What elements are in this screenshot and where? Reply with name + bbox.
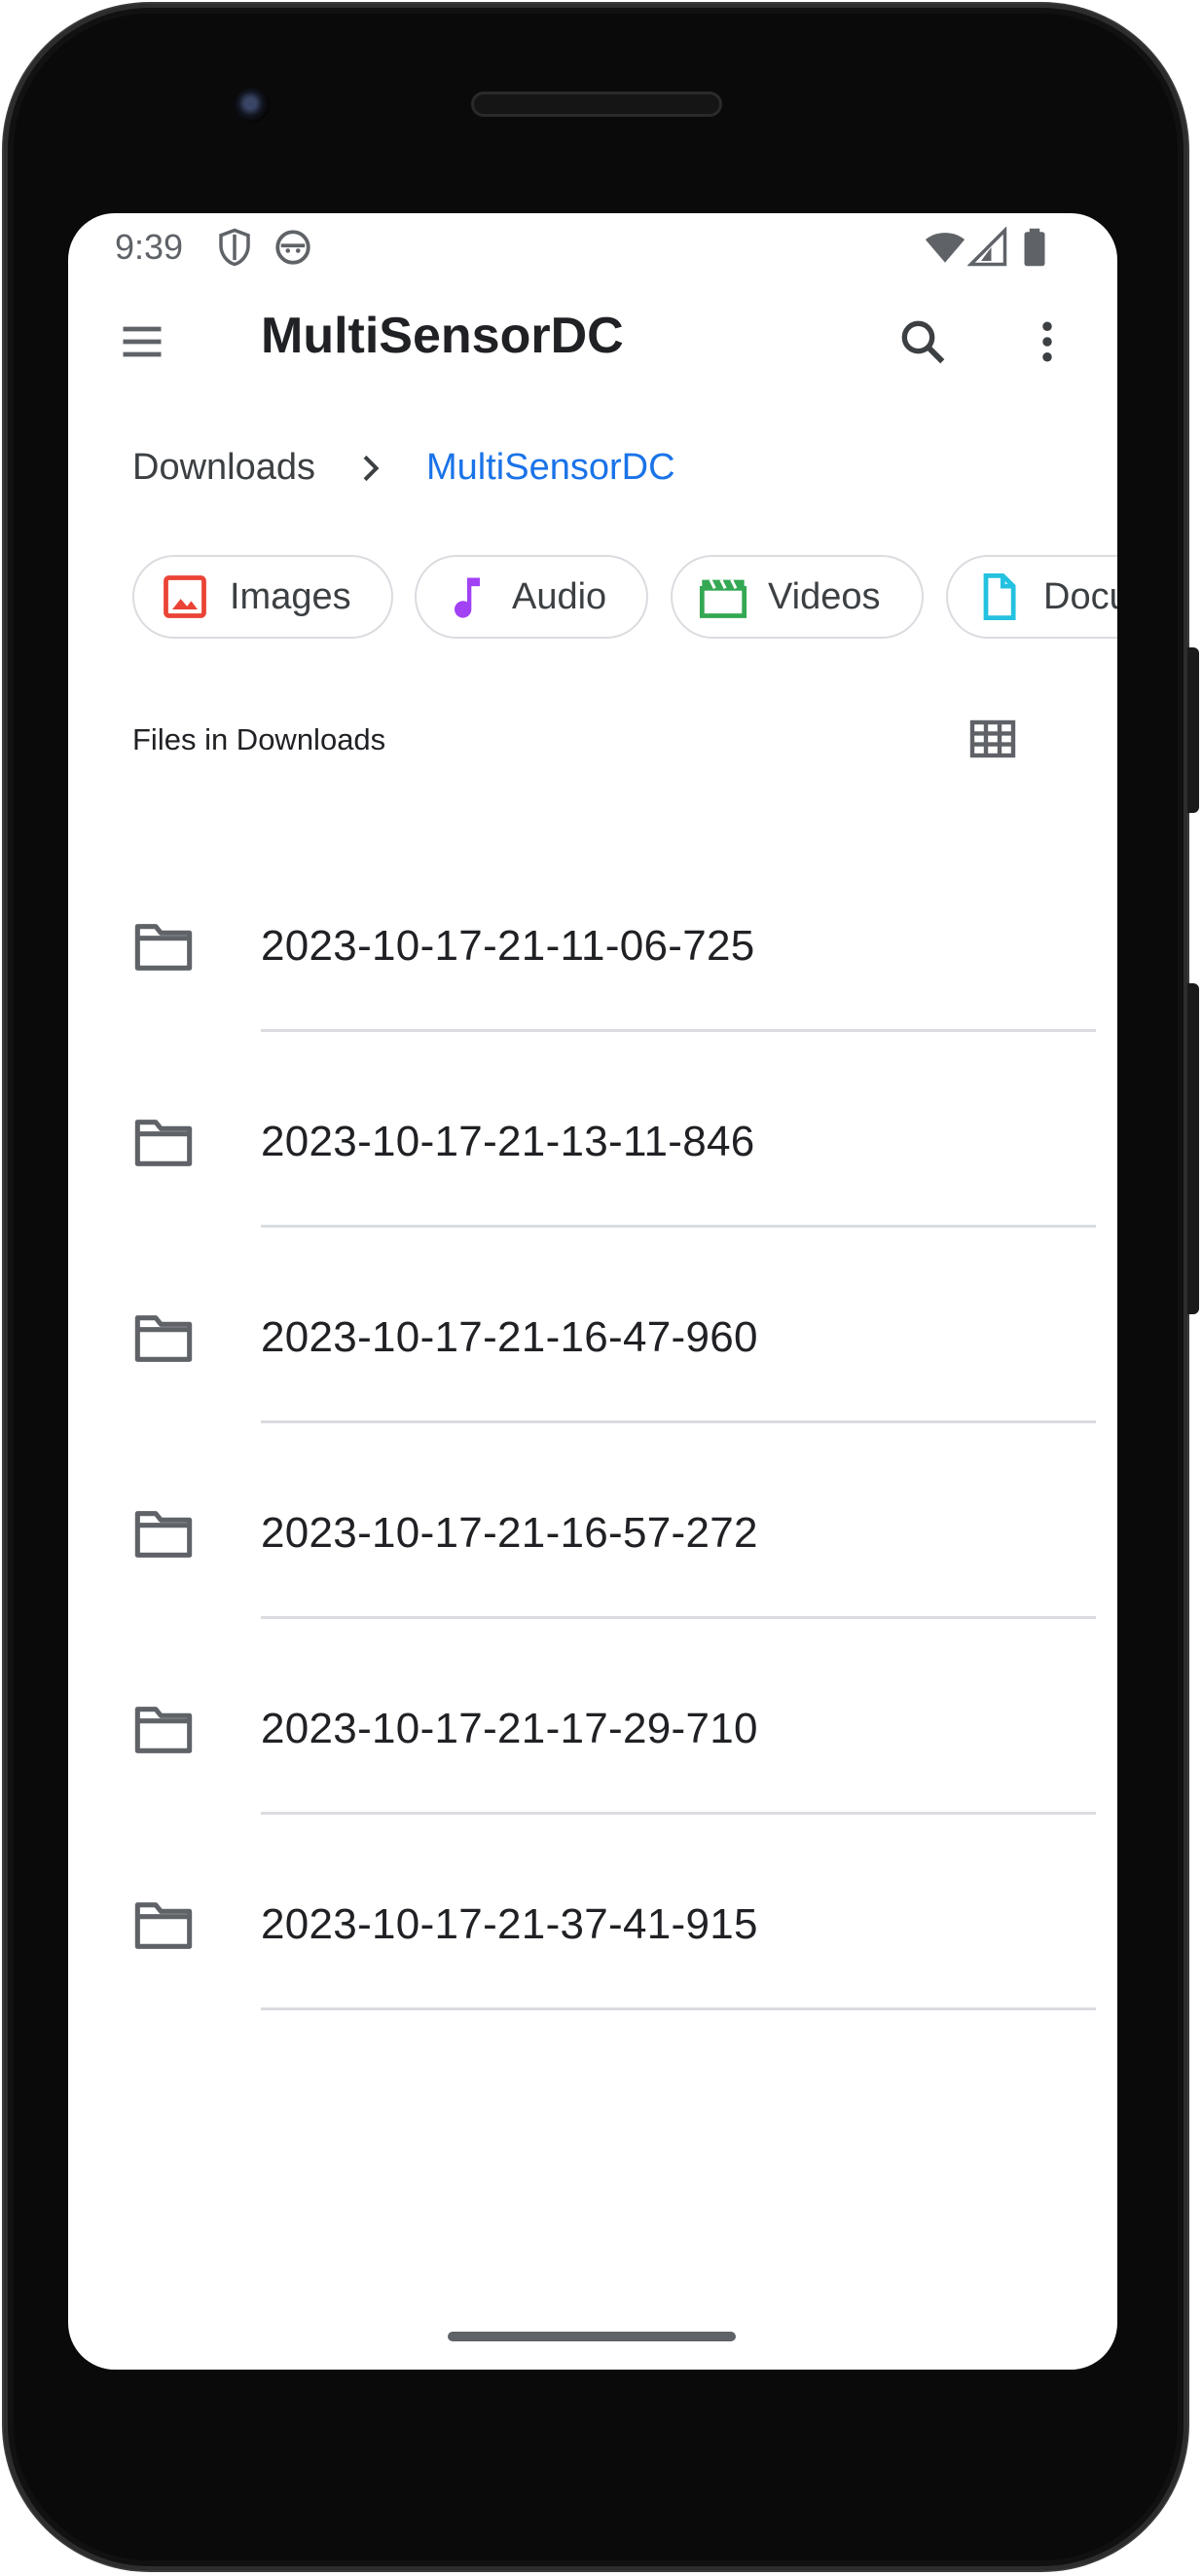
folder-icon	[132, 1507, 195, 1562]
chip-videos[interactable]: Videos	[671, 555, 924, 639]
app-title: MultiSensorDC	[261, 308, 624, 364]
front-camera	[235, 88, 270, 123]
grid-view-icon[interactable]	[962, 708, 1024, 770]
music-note-icon	[440, 570, 494, 624]
power-button	[1187, 983, 1199, 1314]
folder-icon	[132, 1311, 195, 1366]
file-name: 2023-10-17-21-11-06-725	[261, 922, 755, 970]
cellular-signal-icon	[966, 226, 1008, 268]
shield-icon	[214, 227, 255, 268]
chip-images-label: Images	[230, 575, 351, 617]
list-item[interactable]: 2023-10-17-21-16-57-272	[68, 1445, 1117, 1639]
battery-icon	[1014, 227, 1055, 268]
file-name: 2023-10-17-21-13-11-846	[261, 1118, 755, 1165]
chip-documents[interactable]: Documents	[946, 555, 1117, 639]
folder-icon	[132, 920, 195, 975]
list-item[interactable]: 2023-10-17-21-17-29-710	[68, 1640, 1117, 1835]
divider	[261, 2007, 1096, 2010]
movie-clapper-icon	[696, 570, 750, 624]
wifi-icon	[925, 227, 965, 268]
home-indicator[interactable]	[448, 2332, 736, 2341]
divider	[261, 1225, 1096, 1228]
file-name: 2023-10-17-21-37-41-915	[261, 1900, 758, 1948]
status-time: 9:39	[115, 227, 184, 267]
filter-chips: Images Audio Videos Documents	[132, 555, 1117, 643]
status-bar: 9:39	[68, 213, 1117, 281]
chip-images[interactable]: Images	[132, 555, 393, 639]
chip-documents-label: Documents	[1043, 575, 1117, 617]
chip-videos-label: Videos	[768, 575, 881, 617]
chip-audio-label: Audio	[512, 575, 607, 617]
section-title: Files in Downloads	[132, 722, 386, 756]
document-icon	[971, 570, 1026, 624]
list-item[interactable]: 2023-10-17-21-16-47-960	[68, 1249, 1117, 1444]
screen: 9:39 MultiSensorDC Downloads MultiSensor…	[68, 213, 1117, 2370]
search-icon[interactable]	[892, 311, 954, 373]
list-item[interactable]: 2023-10-17-21-13-11-846	[68, 1053, 1117, 1248]
hamburger-menu-icon[interactable]	[111, 311, 173, 373]
app-notification-icon	[273, 227, 313, 268]
file-name: 2023-10-17-21-17-29-710	[261, 1705, 758, 1752]
file-name: 2023-10-17-21-16-47-960	[261, 1313, 758, 1361]
chevron-right-icon	[350, 447, 389, 490]
divider	[261, 1029, 1096, 1032]
image-icon	[158, 570, 212, 624]
folder-icon	[132, 1703, 195, 1757]
divider	[261, 1812, 1096, 1815]
divider	[261, 1420, 1096, 1423]
more-vert-icon[interactable]	[1016, 311, 1078, 373]
folder-icon	[132, 1116, 195, 1170]
divider	[261, 1616, 1096, 1619]
file-name: 2023-10-17-21-16-57-272	[261, 1509, 758, 1557]
volume-button	[1187, 647, 1199, 813]
earpiece-speaker	[471, 92, 722, 117]
breadcrumb-current[interactable]: MultiSensorDC	[426, 447, 675, 489]
list-item[interactable]: 2023-10-17-21-37-41-915	[68, 1836, 1117, 2031]
chip-audio[interactable]: Audio	[415, 555, 648, 639]
folder-icon	[132, 1898, 195, 1953]
list-item[interactable]: 2023-10-17-21-11-06-725	[68, 858, 1117, 1052]
breadcrumb-downloads[interactable]: Downloads	[132, 447, 315, 489]
